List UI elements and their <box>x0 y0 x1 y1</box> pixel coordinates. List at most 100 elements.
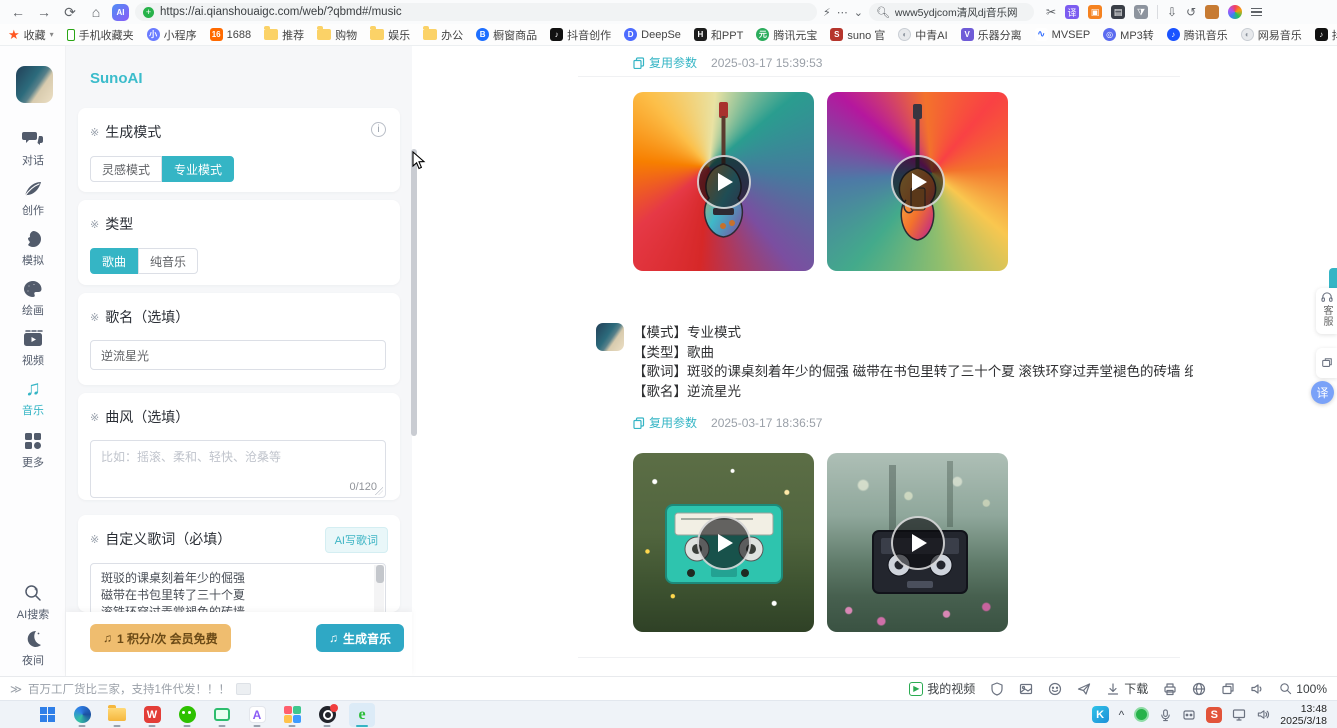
bookmark-item[interactable]: 161688 <box>210 28 251 41</box>
browser-app-icon-active[interactable]: e <box>349 703 375 727</box>
history-undo-icon[interactable]: ↺ <box>1186 5 1196 19</box>
sidebar-item-music[interactable]: ♫ 音乐 <box>0 378 66 418</box>
suite-app-icon[interactable] <box>279 703 305 727</box>
bookmark-item[interactable]: ◎MP3转 <box>1103 27 1154 43</box>
bookmark-item[interactable]: 娱乐 <box>370 27 410 43</box>
sidebar-item-simulate[interactable]: 模拟 <box>0 228 66 268</box>
bookmark-item[interactable]: Ssuno 官 <box>830 27 885 43</box>
sidebar-item-chat[interactable]: 对话 <box>0 128 66 168</box>
bookmark-item[interactable]: 手机收藏夹 <box>67 27 134 43</box>
profile-avatar-icon[interactable] <box>1228 5 1242 19</box>
tray-expand-icon[interactable]: ^ <box>1119 708 1125 722</box>
my-videos-button[interactable]: ▶我的视频 <box>909 680 975 697</box>
bookmark-item[interactable]: 购物 <box>317 27 357 43</box>
album-cover-cassette-1[interactable] <box>633 453 814 632</box>
bookmark-item[interactable]: ∿MVSEP <box>1035 28 1091 41</box>
volume-icon[interactable] <box>1256 708 1270 721</box>
more-dots-icon[interactable]: ⋯ <box>837 6 848 19</box>
bookmark-item[interactable]: H和PPT <box>694 27 743 43</box>
microphone-icon[interactable] <box>1159 708 1172 722</box>
style-input[interactable] <box>91 441 385 497</box>
printer-icon[interactable] <box>1163 682 1177 696</box>
download-button[interactable]: 下载 <box>1106 680 1148 697</box>
reload-icon[interactable]: ⟳ <box>60 2 80 22</box>
tray-clock[interactable]: 13:48 2025/3/18 <box>1280 703 1327 727</box>
play-button[interactable] <box>891 155 945 209</box>
info-icon[interactable]: i <box>371 122 386 137</box>
sidebar-item-more[interactable]: 更多 <box>0 430 66 470</box>
lyrics-input[interactable]: 斑驳的课桌刻着年少的倔强 磁带在书包里转了三十个夏 滚铁环穿过弄堂褪色的砖墙 <box>90 563 386 615</box>
play-button[interactable] <box>891 516 945 570</box>
resize-handle-icon[interactable] <box>375 487 383 495</box>
home-icon[interactable]: ⌂ <box>86 2 106 22</box>
bookmark-item[interactable]: ♪抖音创作 <box>550 27 611 43</box>
download-icon[interactable]: ⇩ <box>1167 5 1177 19</box>
back-icon[interactable]: ← <box>8 2 28 22</box>
lyrics-scroll-thumb[interactable] <box>376 565 384 583</box>
sidebar-item-ai-search[interactable]: AI搜索 <box>0 582 66 622</box>
bookmark-item[interactable]: 元腾讯元宝 <box>756 27 817 43</box>
mini-window-widget[interactable] <box>1316 348 1337 378</box>
bookmark-item[interactable]: ◐中青AI <box>898 27 947 43</box>
remote-device-icon[interactable] <box>1182 709 1196 721</box>
translate-fab[interactable]: 译 <box>1311 381 1334 404</box>
mode-option-inspiration[interactable]: 灵感模式 <box>90 156 162 182</box>
extensions-icon[interactable]: ⧩ <box>1134 5 1148 19</box>
type-option-song[interactable]: 歌曲 <box>90 248 138 274</box>
song-name-input[interactable] <box>90 340 386 370</box>
chevron-down-icon[interactable]: ⌄ <box>854 6 863 19</box>
sidebar-item-night-mode[interactable]: 夜间 <box>0 628 66 668</box>
bookmark-item[interactable]: ♪抖音音乐 <box>1315 27 1337 43</box>
speaker-icon[interactable] <box>1250 682 1264 696</box>
collapse-icon[interactable]: ≫ <box>10 682 22 696</box>
bookmark-item[interactable]: V乐器分离 <box>961 27 1022 43</box>
user-avatar[interactable] <box>16 66 53 103</box>
album-cover-guitar-2[interactable] <box>827 92 1008 271</box>
screenshot-app-icon[interactable] <box>209 703 235 727</box>
emoji-icon[interactable] <box>1048 682 1062 696</box>
multi-window-icon[interactable] <box>1221 682 1235 696</box>
zoom-control[interactable]: 100% <box>1279 682 1327 696</box>
bookmark-item[interactable]: 推荐 <box>264 27 304 43</box>
address-bar[interactable]: + https://ai.qianshouaigc.com/web/?qbmd#… <box>135 3 817 21</box>
sidebar-item-video[interactable]: 视频 <box>0 328 66 368</box>
wechat-app-icon[interactable] <box>174 703 200 727</box>
sidebar-item-create[interactable]: 创作 <box>0 178 66 218</box>
network-monitor-icon[interactable] <box>1232 708 1246 721</box>
promo-bar[interactable]: ≫ 百万工厂货比三家，支持1件代发！！！ <box>10 681 251 697</box>
coin-tray-icon[interactable] <box>1134 707 1149 722</box>
sidebar-item-paint[interactable]: 绘画 <box>0 278 66 318</box>
bookmark-item[interactable]: DDeepSe <box>624 28 681 41</box>
search-box[interactable]: 🔍︎ www5ydjcom清风dj音乐网 <box>869 3 1034 21</box>
edge-app-icon[interactable] <box>69 703 95 727</box>
wps-app-icon[interactable]: W <box>139 703 165 727</box>
generate-music-button[interactable]: ♫生成音乐 <box>316 624 404 652</box>
forward-icon[interactable]: → <box>34 2 54 22</box>
cost-badge-button[interactable]: ♫1 积分/次 会员免费 <box>90 624 231 652</box>
screenshot-scissors-icon[interactable]: ✂ <box>1046 5 1056 19</box>
play-button[interactable] <box>697 155 751 209</box>
reuse-params-link[interactable]: 复用参数 <box>633 54 697 71</box>
bookmark-item[interactable]: ♪腾讯音乐 <box>1167 27 1228 43</box>
game-center-icon[interactable]: ▣ <box>1088 5 1102 19</box>
mode-option-professional[interactable]: 专业模式 <box>162 156 234 182</box>
kuaishou-tray-icon[interactable]: K <box>1092 706 1109 723</box>
play-button[interactable] <box>697 516 751 570</box>
panel-scroll-thumb[interactable] <box>411 149 417 436</box>
image-icon[interactable] <box>1019 682 1033 696</box>
ai-app-icon[interactable]: A <box>244 703 270 727</box>
bookmark-item[interactable]: B橱窗商品 <box>476 27 537 43</box>
type-option-instrumental[interactable]: 纯音乐 <box>138 248 198 274</box>
album-cover-cassette-2[interactable] <box>827 453 1008 632</box>
bookmark-item[interactable]: 办公 <box>423 27 463 43</box>
bookmark-item[interactable]: ★收藏▾ <box>8 27 54 43</box>
ai-write-lyrics-button[interactable]: AI写歌词 <box>325 527 388 553</box>
send-icon[interactable] <box>1077 682 1091 696</box>
bookmark-item[interactable]: ◐网易音乐 <box>1241 27 1302 43</box>
obs-app-icon[interactable] <box>314 703 340 727</box>
reuse-params-link[interactable]: 复用参数 <box>633 414 697 431</box>
shield-icon[interactable] <box>990 682 1004 696</box>
file-explorer-icon[interactable] <box>104 703 130 727</box>
translate-extension-icon[interactable]: 译 <box>1065 5 1079 19</box>
album-cover-guitar-1[interactable] <box>633 92 814 271</box>
